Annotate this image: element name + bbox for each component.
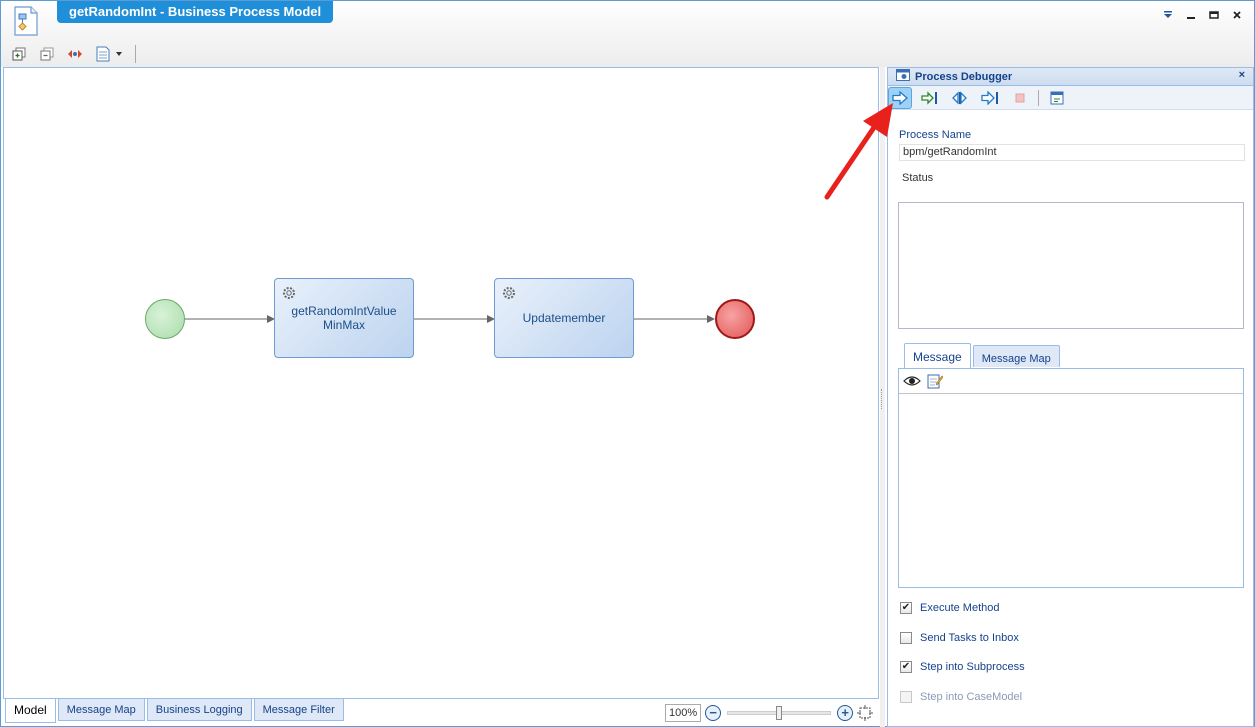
document-dropdown-icon[interactable] xyxy=(93,44,127,64)
tab-business-logging[interactable]: Business Logging xyxy=(146,699,252,721)
view-icon[interactable] xyxy=(903,374,921,388)
step-into-subprocess-checkbox[interactable]: ✔ xyxy=(900,661,912,673)
zoom-slider[interactable] xyxy=(727,706,832,720)
step-over-icon[interactable] xyxy=(948,87,972,109)
process-name-field[interactable]: bpm/getRandomInt xyxy=(899,144,1245,161)
message-panel xyxy=(898,368,1244,588)
continue-icon[interactable] xyxy=(978,87,1002,109)
window-title: getRandomInt - Business Process Model xyxy=(57,1,334,23)
menu-icon[interactable] xyxy=(1161,7,1175,23)
debugger-icon xyxy=(896,69,910,84)
option-label: Execute Method xyxy=(920,602,1000,614)
debugger-title: Process Debugger xyxy=(915,70,1013,83)
option-step-into-subprocess[interactable]: ✔ Step into Subprocess xyxy=(900,661,1025,673)
expand-all-icon[interactable] xyxy=(9,44,29,64)
start-event[interactable] xyxy=(145,299,185,339)
message-content-area[interactable] xyxy=(899,393,1243,587)
task-label: Updatemember xyxy=(522,311,606,325)
restore-icon[interactable] xyxy=(1207,7,1221,23)
bpm-model-icon xyxy=(11,5,41,37)
tab-message-map[interactable]: Message Map xyxy=(57,699,145,721)
stop-icon[interactable] xyxy=(1008,87,1032,109)
step-into-casemodel-checkbox xyxy=(900,691,912,703)
diagram-icon[interactable] xyxy=(65,44,85,64)
tab-message[interactable]: Message xyxy=(904,343,971,369)
minimize-icon[interactable] xyxy=(1184,7,1198,23)
close-icon[interactable] xyxy=(1230,7,1244,23)
collapse-all-icon[interactable] xyxy=(37,44,57,64)
execute-method-checkbox[interactable]: ✔ xyxy=(900,602,912,614)
status-label: Status xyxy=(902,172,934,184)
model-bottom-tabs: Model Message Map Business Logging Messa… xyxy=(5,699,344,723)
send-tasks-checkbox[interactable] xyxy=(900,632,912,644)
service-task-gear-icon xyxy=(501,285,517,301)
splitter-handle[interactable] xyxy=(881,389,884,409)
inspect-icon[interactable] xyxy=(1045,87,1069,109)
edit-icon[interactable] xyxy=(927,373,944,389)
model-toolbar xyxy=(1,41,1254,67)
step-into-icon[interactable] xyxy=(918,87,942,109)
service-task-gear-icon xyxy=(281,285,297,301)
sequence-flows xyxy=(185,315,715,323)
zoom-level[interactable]: 100% xyxy=(665,704,702,722)
fit-to-page-icon[interactable] xyxy=(857,705,874,721)
option-label: Step into CaseModel xyxy=(920,691,1023,703)
toolbar-separator xyxy=(1038,89,1039,106)
zoom-slider-thumb[interactable] xyxy=(776,706,783,720)
option-label: Send Tasks to Inbox xyxy=(920,632,1019,644)
tab-message-filter[interactable]: Message Filter xyxy=(253,699,344,721)
close-icon[interactable]: × xyxy=(1239,69,1245,81)
process-debugger-panel: Process Debugger × Process Name bpm/getR… xyxy=(887,67,1254,727)
debugger-header: Process Debugger × xyxy=(888,68,1253,86)
message-toolbar xyxy=(899,369,1243,393)
toolbar-separator xyxy=(135,45,136,63)
process-name-label: Process Name xyxy=(899,129,972,141)
tab-message-map[interactable]: Message Map xyxy=(972,345,1060,367)
zoom-out-icon[interactable]: − xyxy=(705,705,722,721)
message-tabs: Message Message Map xyxy=(904,343,1060,369)
window-controls xyxy=(1161,7,1244,23)
debugger-toolbar xyxy=(888,86,1253,110)
model-canvas[interactable]: getRandomIntValueMinMax Updatemember xyxy=(3,67,879,699)
end-event[interactable] xyxy=(715,299,755,339)
start-debug-icon[interactable] xyxy=(888,86,912,109)
zoom-controls: 100% − + xyxy=(665,703,874,723)
task-label: getRandomIntValueMinMax xyxy=(291,304,397,332)
status-box[interactable] xyxy=(898,202,1244,329)
application-window: getRandomInt - Business Process Model ge… xyxy=(0,0,1255,727)
option-label: Step into Subprocess xyxy=(920,661,1025,673)
tab-model[interactable]: Model xyxy=(5,699,56,723)
task-update-member[interactable]: Updatemember xyxy=(494,278,634,358)
option-send-tasks-to-inbox[interactable]: Send Tasks to Inbox xyxy=(900,632,1019,644)
option-execute-method[interactable]: ✔ Execute Method xyxy=(900,602,1000,614)
title-bar: getRandomInt - Business Process Model xyxy=(1,1,1254,41)
option-step-into-casemodel: Step into CaseModel xyxy=(900,691,1022,703)
zoom-in-icon[interactable]: + xyxy=(837,705,854,721)
task-get-random-int[interactable]: getRandomIntValueMinMax xyxy=(274,278,414,358)
